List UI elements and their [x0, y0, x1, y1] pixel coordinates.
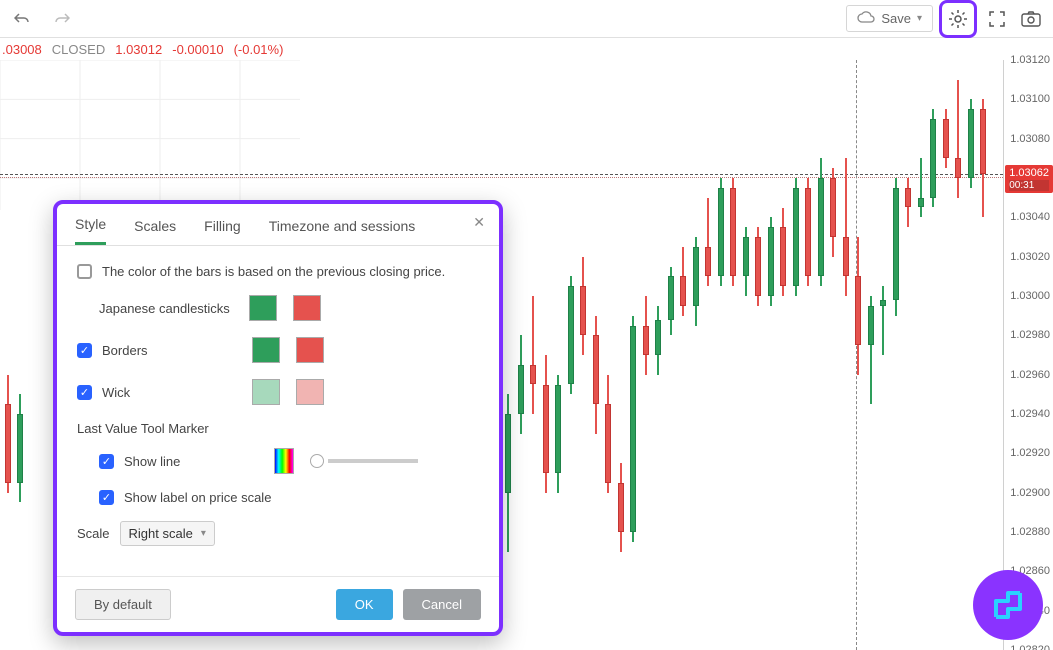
quote-pct: (-0.01%)	[234, 42, 284, 57]
cancel-button[interactable]: Cancel	[403, 589, 481, 620]
price-badge-countdown: 00:31	[1009, 180, 1049, 191]
dialog-tabs: Style Scales Filling Timezone and sessio…	[57, 204, 499, 246]
quote-status: CLOSED	[52, 42, 105, 57]
quote-bar: .03008 CLOSED 1.03012 -0.00010 (-0.01%)	[0, 38, 1053, 60]
tab-timezone[interactable]: Timezone and sessions	[269, 218, 416, 244]
by-default-button[interactable]: By default	[75, 589, 171, 620]
jp-down-color[interactable]	[293, 295, 321, 321]
undo-icon[interactable]	[8, 5, 36, 33]
wick-label: Wick	[102, 385, 242, 400]
checkbox-borders[interactable]: ✓	[77, 343, 92, 358]
tab-filling[interactable]: Filling	[204, 218, 241, 244]
save-button[interactable]: Save ▾	[846, 5, 933, 32]
scale-select-value: Right scale	[129, 526, 193, 541]
border-up-color[interactable]	[252, 337, 280, 363]
ok-button[interactable]: OK	[336, 589, 393, 620]
checkbox-wick[interactable]: ✓	[77, 385, 92, 400]
line-width-slider[interactable]	[310, 454, 418, 468]
tab-scales[interactable]: Scales	[134, 218, 176, 244]
border-down-color[interactable]	[296, 337, 324, 363]
borders-label: Borders	[102, 343, 242, 358]
brand-logo[interactable]	[973, 570, 1043, 640]
price-axis[interactable]: 1.031201.031001.030801.030601.030401.030…	[1003, 60, 1053, 650]
redo-icon[interactable]	[48, 5, 76, 33]
chevron-down-icon: ▾	[201, 528, 206, 539]
checkbox-show-label[interactable]: ✓	[99, 490, 114, 505]
checkbox-prev-close[interactable]	[77, 264, 92, 279]
scale-label: Scale	[77, 526, 110, 541]
slider-knob[interactable]	[310, 454, 324, 468]
toolbar: Save ▾	[0, 0, 1053, 38]
quote-change: -0.00010	[172, 42, 223, 57]
fullscreen-icon[interactable]	[983, 5, 1011, 33]
settings-button-highlight	[939, 0, 977, 38]
show-line-label: Show line	[124, 454, 264, 469]
chevron-down-icon: ▾	[917, 13, 922, 24]
show-label-label: Show label on price scale	[124, 490, 271, 505]
scale-select[interactable]: Right scale ▾	[120, 521, 215, 546]
camera-icon[interactable]	[1017, 5, 1045, 33]
gear-icon[interactable]	[944, 5, 972, 33]
lvtm-heading: Last Value Tool Marker	[77, 421, 479, 436]
jp-candles-label: Japanese candlesticks	[99, 301, 239, 316]
jp-up-color[interactable]	[249, 295, 277, 321]
line-color-picker[interactable]	[274, 448, 294, 474]
close-icon[interactable]: ✕	[473, 214, 485, 231]
wick-up-color[interactable]	[252, 379, 280, 405]
save-label: Save	[881, 11, 911, 26]
cloud-icon	[857, 10, 875, 27]
settings-dialog: Style Scales Filling Timezone and sessio…	[53, 200, 503, 636]
last-price-badge: 1.03062 00:31	[1005, 165, 1053, 193]
quote-close: 1.03012	[115, 42, 162, 57]
wick-down-color[interactable]	[296, 379, 324, 405]
checkbox-show-line[interactable]: ✓	[99, 454, 114, 469]
quote-bid: .03008	[2, 42, 42, 57]
price-badge-value: 1.03062	[1009, 167, 1049, 179]
tab-style[interactable]: Style	[75, 216, 106, 245]
prev-close-label: The color of the bars is based on the pr…	[102, 264, 445, 279]
